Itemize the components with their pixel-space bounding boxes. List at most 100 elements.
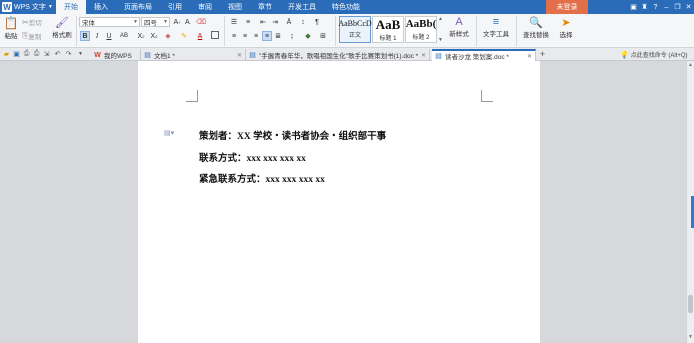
print-icon[interactable]: ⎙ bbox=[32, 49, 41, 59]
bullet-list-icon[interactable]: ☰ bbox=[229, 17, 239, 27]
align-right-icon[interactable]: ≡ bbox=[251, 31, 261, 41]
highlight-icon[interactable]: ✎ bbox=[179, 31, 189, 41]
shrink-font-icon[interactable]: A- bbox=[183, 17, 193, 27]
style-sample: AaBbCcD bbox=[338, 19, 372, 28]
style-sample: AaBb( bbox=[405, 17, 437, 30]
document-page[interactable]: ▤▾ 策划者：XX 学校・读书者协会・组织部干事 联系方式：xxx xxx xx… bbox=[138, 61, 540, 343]
copy-button[interactable]: ⎘ 复制 bbox=[22, 31, 41, 41]
show-marks-icon[interactable]: ¶ bbox=[312, 17, 322, 27]
select-button[interactable]: ➤ 选择 bbox=[554, 16, 578, 39]
superscript-icon[interactable]: X2 bbox=[136, 31, 146, 41]
select-label: 选择 bbox=[559, 32, 573, 39]
divider bbox=[335, 16, 336, 46]
subscript-icon[interactable]: X2 bbox=[149, 31, 159, 41]
increase-indent-icon[interactable]: ⇥ bbox=[270, 17, 280, 27]
close-tab-icon[interactable]: ✕ bbox=[527, 53, 532, 60]
cursor-arrow-icon: ➤ bbox=[561, 17, 571, 29]
borders-icon[interactable]: ⊞ bbox=[318, 31, 328, 41]
align-center-icon[interactable]: ≡ bbox=[240, 31, 250, 41]
document-line-contact: 联系方式：xxx xxx xxx xx bbox=[199, 154, 306, 164]
export-pdf-icon[interactable]: ⇲ bbox=[42, 49, 51, 59]
scroll-down-icon[interactable]: ▼ bbox=[687, 333, 694, 341]
shading-icon[interactable]: ◆ bbox=[303, 31, 313, 41]
paste-button[interactable]: 📋 粘贴 bbox=[3, 16, 19, 40]
lightbulb-icon: 💡 bbox=[620, 51, 629, 59]
shirt-icon[interactable]: ♜ bbox=[639, 0, 650, 14]
cut-label: 剪切 bbox=[28, 20, 42, 27]
tab-references[interactable]: 引用 bbox=[160, 0, 190, 14]
menu-tabs: 开始 插入 页面布局 引用 审阅 视图 章节 开发工具 特色功能 bbox=[56, 0, 368, 14]
style-heading-2[interactable]: AaBb( 标题 2 bbox=[405, 16, 437, 43]
bold-icon[interactable]: B bbox=[80, 31, 90, 41]
save-icon[interactable]: ▣ bbox=[12, 49, 21, 59]
new-style-button[interactable]: A 新样式 bbox=[446, 16, 472, 38]
command-search[interactable]: 💡 点此查找命令 (Alt+Q) bbox=[620, 50, 688, 60]
doc-icon: ▤ bbox=[249, 52, 256, 59]
clear-icon[interactable]: ◈ bbox=[163, 31, 173, 41]
print-preview-icon[interactable]: ⎙ bbox=[22, 49, 31, 59]
grow-font-icon[interactable]: A + bbox=[172, 17, 182, 27]
tab-my-wps[interactable]: W 我的WPS bbox=[91, 49, 141, 61]
tab-section[interactable]: 章节 bbox=[250, 0, 280, 14]
numbered-list-icon[interactable]: ≡ bbox=[243, 17, 253, 27]
font-name-value: 宋体 bbox=[82, 20, 95, 27]
close-tab-icon[interactable]: ✕ bbox=[421, 52, 426, 59]
font-size-value: 四号 bbox=[144, 20, 157, 27]
tab-view[interactable]: 视图 bbox=[220, 0, 250, 14]
skin-icon[interactable]: ▣ bbox=[628, 0, 639, 14]
undo-icon[interactable]: ↶ bbox=[53, 49, 62, 59]
format-painter-button[interactable]: 🖌 格式刷 bbox=[50, 16, 74, 39]
close-icon[interactable]: ✕ bbox=[683, 0, 694, 14]
line-spacing-icon[interactable]: ↨ bbox=[287, 31, 297, 41]
chevron-down-icon: ▼ bbox=[47, 4, 53, 10]
close-tab-icon[interactable]: ✕ bbox=[237, 52, 242, 59]
tab-developer[interactable]: 开发工具 bbox=[280, 0, 324, 14]
minimize-icon[interactable]: – bbox=[661, 0, 672, 14]
tab-home[interactable]: 开始 bbox=[56, 0, 86, 14]
clear-format-icon[interactable]: ⌫ bbox=[196, 17, 206, 27]
app-menu-button[interactable]: W WPS 文字 ▼ bbox=[0, 0, 56, 14]
new-tab-icon[interactable]: + bbox=[538, 49, 547, 59]
distribute-icon[interactable]: ≣ bbox=[273, 31, 283, 41]
decrease-indent-icon[interactable]: ⇤ bbox=[258, 17, 268, 27]
char-border-icon[interactable] bbox=[211, 31, 219, 39]
italic-icon[interactable]: I bbox=[92, 31, 102, 41]
strikethrough-icon[interactable]: AB bbox=[117, 31, 131, 41]
justify-icon[interactable]: ≡ bbox=[262, 31, 272, 41]
tab-document1[interactable]: ▤ 文档1 * ✕ bbox=[141, 49, 246, 61]
find-replace-button[interactable]: 🔍 查找替换 bbox=[520, 16, 552, 39]
tab-label: 读者沙龙 策划案.doc * bbox=[445, 54, 509, 61]
login-button[interactable]: 未登录 bbox=[546, 0, 588, 14]
scroll-thumb[interactable] bbox=[688, 295, 693, 313]
open-folder-icon[interactable]: ▰ bbox=[2, 49, 11, 59]
tab-page-layout[interactable]: 页面布局 bbox=[116, 0, 160, 14]
styles-scroll[interactable]: ▲ ▼ bbox=[438, 16, 443, 43]
brush-icon: 🖌 bbox=[55, 17, 69, 29]
tab-salon-plan[interactable]: ▤ 读者沙龙 策划案.doc * ✕ bbox=[432, 49, 536, 61]
text-direction-icon[interactable]: Ā bbox=[284, 17, 294, 27]
underline-icon[interactable]: U bbox=[104, 31, 114, 41]
redo-icon[interactable]: ↷ bbox=[64, 49, 73, 59]
tab-review[interactable]: 审阅 bbox=[190, 0, 220, 14]
customize-icon[interactable]: ▼ bbox=[76, 49, 85, 59]
cut-button[interactable]: ✂ 剪切 bbox=[22, 17, 42, 28]
font-name-select[interactable]: 宋体 ▼ bbox=[79, 17, 140, 27]
style-heading-1[interactable]: AaB 标题 1 bbox=[372, 16, 404, 43]
tab-insert[interactable]: 插入 bbox=[86, 0, 116, 14]
scroll-up-icon[interactable]: ▲ bbox=[687, 61, 694, 69]
wps-icon: W bbox=[94, 51, 101, 59]
restore-icon[interactable]: ❐ bbox=[672, 0, 683, 14]
text-tools-button[interactable]: ≡ 文字工具 bbox=[480, 16, 512, 38]
vertical-scrollbar[interactable]: ▲ ▼ bbox=[686, 61, 694, 343]
tab-special[interactable]: 特色功能 bbox=[324, 0, 368, 14]
font-color-icon[interactable]: A bbox=[195, 31, 205, 41]
paste-label: 粘贴 bbox=[4, 33, 18, 40]
sort-icon[interactable]: ↕ bbox=[298, 17, 308, 27]
font-size-select[interactable]: 四号 ▼ bbox=[141, 17, 170, 27]
chevron-up-icon: ▲ bbox=[438, 16, 443, 22]
align-left-icon[interactable]: ≡ bbox=[229, 31, 239, 41]
style-normal[interactable]: AaBbCcD 正文 bbox=[338, 16, 372, 43]
paragraph-handle-icon[interactable]: ▤▾ bbox=[164, 129, 174, 137]
tab-contest-plan[interactable]: ▤ "手握青春年华，歌唱祖国生化"歌手比赛策划书(1).doc * ✕ bbox=[246, 49, 430, 61]
help-icon[interactable]: ? bbox=[650, 0, 661, 14]
